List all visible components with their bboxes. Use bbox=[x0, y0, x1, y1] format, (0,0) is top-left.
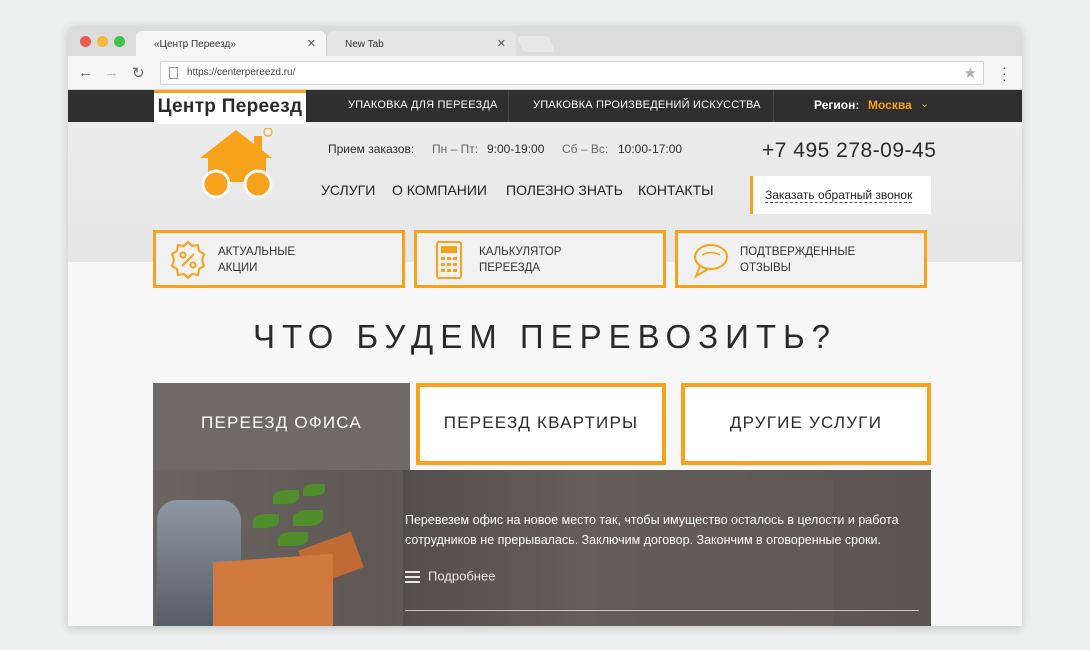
office-move-panel: Перевезем офис на новое место так, чтобы… bbox=[153, 470, 931, 626]
close-icon[interactable]: ✕ bbox=[307, 37, 316, 50]
tab-strip: «Центр Переезд» ✕ New Tab ✕ bbox=[68, 26, 1022, 56]
more-link[interactable]: Подробнее bbox=[405, 568, 495, 586]
feature-label: КАЛЬКУЛЯТОР ПЕРЕЕЗДА bbox=[479, 246, 562, 274]
menu-icon bbox=[405, 568, 420, 586]
page-icon bbox=[169, 67, 178, 79]
percent-badge-icon bbox=[170, 240, 206, 280]
callback-label: Заказать обратный звонок bbox=[765, 188, 913, 203]
feature-calculator[interactable]: КАЛЬКУЛЯТОР ПЕРЕЕЗДА bbox=[414, 230, 666, 288]
window-close-button[interactable] bbox=[80, 36, 91, 47]
browser-tab-new[interactable]: New Tab ✕ bbox=[326, 31, 516, 56]
address-bar: ← → ↻ https://centerpereezd.ru/ ★ · · · bbox=[68, 56, 1022, 90]
tab-other-services[interactable]: ДРУГИЕ УСЛУГИ bbox=[681, 383, 931, 465]
window-maximize-button[interactable] bbox=[114, 36, 125, 47]
divider bbox=[508, 90, 509, 122]
topnav-art-packing-link[interactable]: УПАКОВКА ПРОИЗВЕДЕНИЙ ИСКУССТВА bbox=[533, 99, 761, 111]
tab-title: «Центр Переезд» bbox=[154, 39, 236, 50]
weekend-label: Сб – Вс: bbox=[562, 142, 609, 156]
weekend-time: 10:00-17:00 bbox=[618, 142, 683, 156]
feature-label: АКТУАЛЬНЫЕ АКЦИИ bbox=[218, 246, 296, 274]
chevron-down-icon[interactable]: ⌄ bbox=[920, 97, 929, 110]
nav-services[interactable]: УСЛУГИ bbox=[321, 182, 375, 198]
more-label: Подробнее bbox=[428, 568, 496, 584]
nav-about[interactable]: О КОМПАНИИ bbox=[392, 182, 487, 198]
callback-button[interactable]: Заказать обратный звонок bbox=[750, 176, 931, 214]
plant-leaf bbox=[303, 484, 325, 496]
window-minimize-button[interactable] bbox=[97, 36, 108, 47]
new-tab-button[interactable] bbox=[517, 36, 555, 52]
back-arrow-icon[interactable]: ← bbox=[78, 64, 93, 81]
tab-office-move[interactable]: ПЕРЕЕЗД ОФИСА bbox=[153, 383, 410, 473]
plant-leaf bbox=[273, 490, 299, 504]
forward-arrow-icon[interactable]: → bbox=[104, 64, 119, 81]
feature-promotions[interactable]: АКТУАЛЬНЫЕ АКЦИИ bbox=[153, 230, 405, 288]
url-field[interactable]: https://centerpereezd.ru/ ★ bbox=[160, 61, 984, 85]
region-select[interactable]: Москва bbox=[868, 98, 912, 112]
plant-leaf bbox=[278, 532, 308, 546]
feature-reviews[interactable]: ПОДТВЕРЖДЕННЫЕ ОТЗЫВЫ bbox=[675, 230, 927, 288]
plant-leaf bbox=[253, 514, 279, 528]
topnav-packing-link[interactable]: УПАКОВКА ДЛЯ ПЕРЕЕЗДА bbox=[348, 99, 498, 111]
tab-title: New Tab bbox=[345, 39, 384, 50]
website: УПАКОВКА ДЛЯ ПЕРЕЕЗДА УПАКОВКА ПРОИЗВЕДЕ… bbox=[68, 90, 1022, 626]
browser-menu-icon[interactable]: · · · bbox=[1002, 60, 1007, 86]
cardboard-box-image bbox=[213, 553, 333, 626]
phone-number[interactable]: +7 495 278-09-45 bbox=[762, 139, 936, 163]
browser-window: «Центр Переезд» ✕ New Tab ✕ ← → ↻ https:… bbox=[68, 26, 1022, 626]
office-move-description: Перевезем офис на новое место так, чтобы… bbox=[405, 513, 899, 547]
house-logo-icon[interactable] bbox=[196, 128, 280, 200]
divider bbox=[773, 90, 774, 122]
plant-leaf bbox=[293, 510, 323, 526]
weekday-label: Пн – Пт: bbox=[432, 142, 479, 156]
divider bbox=[405, 610, 919, 611]
nav-contacts[interactable]: КОНТАКТЫ bbox=[638, 182, 714, 198]
url-text: https://centerpereezd.ru/ bbox=[187, 67, 296, 78]
reload-icon[interactable]: ↻ bbox=[132, 64, 145, 82]
weekday-time: 9:00-19:00 bbox=[487, 142, 545, 156]
region-label: Регион: bbox=[814, 98, 860, 112]
close-icon[interactable]: ✕ bbox=[497, 37, 506, 50]
feature-label: ПОДТВЕРЖДЕННЫЕ ОТЗЫВЫ bbox=[740, 246, 856, 274]
nav-useful[interactable]: ПОЛЕЗНО ЗНАТЬ bbox=[506, 182, 623, 198]
browser-tab-active[interactable]: «Центр Переезд» ✕ bbox=[136, 31, 326, 56]
site-logo-text[interactable]: Центр Переезд bbox=[154, 90, 306, 124]
bookmark-star-icon[interactable]: ★ bbox=[964, 64, 977, 82]
hours-label: Прием заказов: bbox=[328, 142, 415, 156]
tab-apartment-move[interactable]: ПЕРЕЕЗД КВАРТИРЫ bbox=[416, 383, 666, 465]
speech-bubble-icon bbox=[693, 244, 728, 279]
section-title: ЧТО БУДЕМ ПЕРЕВОЗИТЬ? bbox=[252, 318, 838, 355]
calculator-icon bbox=[436, 241, 462, 279]
